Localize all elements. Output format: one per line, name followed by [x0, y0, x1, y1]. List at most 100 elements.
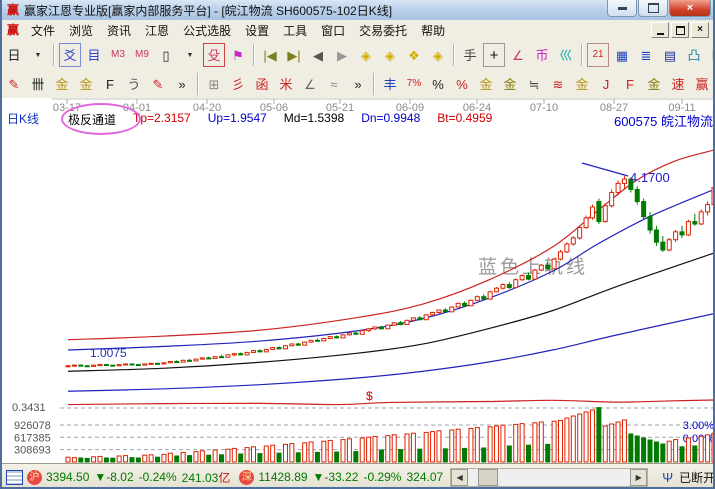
kline-chart[interactable]: 03-1704-0104-2005-0605-2106-0906-2407-10…	[2, 98, 715, 463]
trend-angle-icon[interactable]: ∠	[299, 72, 321, 96]
bars-3min-icon[interactable]: M3	[107, 43, 129, 67]
menu-item-file[interactable]: 文件	[24, 20, 62, 41]
menu-item-browse[interactable]: 浏览	[62, 20, 100, 41]
printer-icon[interactable]: 凹	[707, 43, 715, 67]
stock-label[interactable]: 600575 皖江物流	[614, 111, 713, 130]
menu-item-tools[interactable]: 工具	[276, 20, 314, 41]
save-icon[interactable]: ▤	[659, 43, 681, 67]
hand-icon[interactable]: 手	[459, 43, 481, 67]
scroll-left-icon[interactable]: ◀	[451, 469, 468, 486]
horizontal-scrollbar[interactable]: ◀ ▶	[450, 468, 648, 487]
diamond-shrink-icon[interactable]: ◈	[427, 43, 449, 67]
indicator-value-0: Tp=2.3157	[133, 111, 191, 128]
indicator-name[interactable]: 极反通道	[68, 111, 116, 128]
maximize-button[interactable]	[638, 0, 668, 17]
gold-angle-icon[interactable]: 金	[643, 72, 665, 96]
prev-bar-icon[interactable]: ◀	[307, 43, 329, 67]
notebook-icon[interactable]: ≣	[635, 43, 657, 67]
grid-ruler-icon[interactable]: 卌	[27, 72, 49, 96]
percent-icon[interactable]: %	[427, 72, 449, 96]
market-table-icon[interactable]	[6, 470, 23, 485]
chevron-down-icon[interactable]: ▼	[27, 43, 49, 67]
candle	[72, 365, 76, 366]
compress-chart-icon[interactable]: 爻	[59, 43, 81, 67]
candle	[66, 366, 70, 367]
mdi-restore-icon	[676, 26, 685, 35]
mdi-restore-button[interactable]	[671, 22, 689, 38]
goto-last-icon[interactable]: ▶|	[283, 43, 305, 67]
crosshair-icon[interactable]: +	[483, 43, 505, 67]
angle-measure-icon[interactable]: ∠	[507, 43, 529, 67]
percent-line-icon[interactable]: %	[451, 72, 473, 96]
win-line-icon[interactable]: 赢	[691, 72, 713, 96]
ray-box-icon[interactable]: 米	[275, 72, 297, 96]
menu-item-gann[interactable]: 江恩	[138, 20, 176, 41]
candle	[194, 359, 198, 361]
menu-item-news[interactable]: 资讯	[100, 20, 138, 41]
chevron-down-icon[interactable]: ▼	[179, 43, 201, 67]
gold-circle-icon[interactable]: 金	[475, 72, 497, 96]
menu-item-trade[interactable]: 交易委托	[352, 20, 414, 41]
diamond-expand-icon[interactable]: ❖	[403, 43, 425, 67]
brush-icon[interactable]: ✎	[3, 72, 25, 96]
gann-fan-icon[interactable]: 彡	[227, 72, 249, 96]
calculator-icon[interactable]: ▦	[611, 43, 633, 67]
scroll-right-icon[interactable]: ▶	[630, 469, 647, 486]
menu-item-help[interactable]: 帮助	[414, 20, 452, 41]
pattern-compare-icon[interactable]: 殳	[203, 43, 225, 67]
speed-line-icon[interactable]: 速	[667, 72, 689, 96]
wave-box-icon[interactable]: ≋	[547, 72, 569, 96]
arc-tool-icon[interactable]: う	[123, 72, 145, 96]
f-line-icon[interactable]: F	[619, 72, 641, 96]
bars-9min-icon[interactable]: M9	[131, 43, 153, 67]
box-range-icon[interactable]: ⊞	[203, 72, 225, 96]
volume-bar	[98, 456, 102, 462]
goto-first-icon[interactable]: |◀	[259, 43, 281, 67]
gauge-icon[interactable]: 丰	[379, 72, 401, 96]
mdi-minimize-button[interactable]	[651, 22, 669, 38]
more-tools-chevron-icon[interactable]: »	[347, 72, 369, 96]
sh-amount-unit: 亿	[218, 471, 230, 485]
more-tools-chevron-icon[interactable]: »	[171, 72, 193, 96]
gold-box-icon[interactable]: 金	[571, 72, 593, 96]
diamond-left-icon[interactable]: ◈	[355, 43, 377, 67]
candle	[315, 340, 319, 341]
scroll-thumb[interactable]	[478, 469, 498, 486]
volume-bar	[616, 422, 620, 462]
shanghai-badge-icon: 沪	[27, 470, 42, 485]
menu-item-settings[interactable]: 设置	[238, 20, 276, 41]
candle	[418, 318, 422, 320]
mdi-close-button[interactable]: ×	[691, 22, 709, 38]
minimize-button[interactable]	[607, 0, 637, 17]
gann-fan-box-icon[interactable]: 函	[251, 72, 273, 96]
connection-status[interactable]: 已断开,双点打开.	[679, 469, 715, 486]
next-bar-icon[interactable]: ▶	[331, 43, 353, 67]
connection-antenna-icon[interactable]: Ψ	[662, 470, 673, 485]
gold-ratio-icon[interactable]: 金	[51, 72, 73, 96]
calendar-icon[interactable]: 21	[587, 43, 609, 67]
cycle-tool-icon[interactable]: 币	[531, 43, 553, 67]
percent7-icon[interactable]: 7%	[403, 72, 425, 96]
export-screen-icon[interactable]: 凸	[683, 43, 705, 67]
brush-chart-icon[interactable]: ✎	[147, 72, 169, 96]
close-button[interactable]: ×	[669, 0, 711, 17]
candle	[188, 360, 192, 361]
menu-item-formula-picker[interactable]: 公式选股	[176, 20, 238, 41]
wave-count-icon[interactable]: 巛	[555, 43, 577, 67]
info-note-icon[interactable]: 目	[83, 43, 105, 67]
candle	[264, 349, 268, 351]
diamond-right-icon[interactable]: ◈	[379, 43, 401, 67]
fib-tool-icon[interactable]: F	[99, 72, 121, 96]
flag-icon[interactable]: ⚑	[227, 43, 249, 67]
gold-line-icon[interactable]: 金	[499, 72, 521, 96]
wave-line-icon[interactable]: ≈	[323, 72, 345, 96]
gold-grid-icon[interactable]: 金	[75, 72, 97, 96]
app-logo-icon: 赢	[6, 3, 20, 17]
candlestick-style-icon[interactable]: 日	[3, 43, 25, 67]
mdi-minimize-icon	[657, 33, 664, 35]
candle-brush-icon[interactable]: ≒	[523, 72, 545, 96]
menu-item-window[interactable]: 窗口	[314, 20, 352, 41]
candle	[706, 205, 710, 212]
j-line-icon[interactable]: J	[595, 72, 617, 96]
single-candle-icon[interactable]: ▯	[155, 43, 177, 67]
